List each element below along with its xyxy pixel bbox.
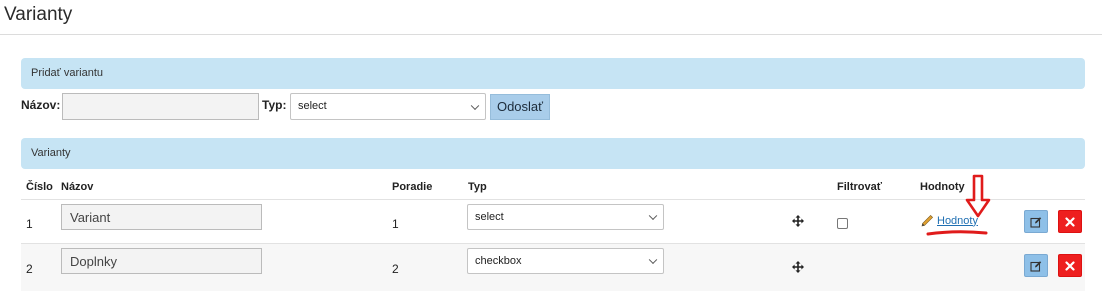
column-header-name: Názov xyxy=(61,181,94,193)
row-name-input[interactable] xyxy=(61,204,262,230)
row-type-value: select xyxy=(475,211,504,223)
delete-button[interactable] xyxy=(1058,210,1082,233)
edit-icon xyxy=(1030,216,1042,228)
name-input[interactable] xyxy=(62,93,259,120)
move-arrows-icon[interactable] xyxy=(792,215,804,227)
column-header-order: Poradie xyxy=(392,181,433,193)
column-header-number: Číslo xyxy=(26,181,53,193)
move-arrows-icon[interactable] xyxy=(792,261,804,273)
row-order: 1 xyxy=(392,217,399,231)
chevron-down-icon xyxy=(648,211,658,221)
page-title: Varianty xyxy=(4,4,73,25)
close-icon xyxy=(1065,260,1075,271)
values-link-label: Hodnoty xyxy=(937,214,978,227)
edit-button[interactable] xyxy=(1024,210,1048,233)
column-header-type: Typ xyxy=(468,181,487,193)
filter-checkbox[interactable] xyxy=(837,218,848,229)
close-icon xyxy=(1065,216,1075,227)
pencil-icon xyxy=(921,214,934,227)
type-select[interactable]: select xyxy=(290,93,486,120)
type-label: Typ: xyxy=(262,98,287,112)
row-type-select[interactable]: checkbox xyxy=(467,248,664,274)
chevron-down-icon xyxy=(470,101,480,110)
add-variant-panel-heading: Pridať variantu xyxy=(21,58,1085,89)
row-type-value: checkbox xyxy=(475,255,522,267)
column-header-filter: Filtrovať xyxy=(837,181,882,193)
submit-button[interactable]: Odoslať xyxy=(490,94,550,120)
header-divider xyxy=(21,199,1085,200)
row-type-select[interactable]: select xyxy=(467,204,664,230)
row-order: 2 xyxy=(392,262,399,276)
edit-icon xyxy=(1030,260,1042,272)
type-select-value: select xyxy=(298,100,327,112)
values-link[interactable]: Hodnoty xyxy=(921,214,978,227)
row-name-input[interactable] xyxy=(61,248,262,274)
name-label: Názov: xyxy=(21,98,61,112)
chevron-down-icon xyxy=(648,255,658,265)
row-number: 1 xyxy=(26,217,33,231)
column-header-values: Hodnoty xyxy=(920,181,965,193)
delete-button[interactable] xyxy=(1058,254,1082,277)
row-divider xyxy=(21,243,1085,244)
variants-panel-heading: Varianty xyxy=(21,138,1085,169)
edit-button[interactable] xyxy=(1024,254,1048,277)
title-divider xyxy=(0,34,1102,35)
row-number: 2 xyxy=(26,262,33,276)
